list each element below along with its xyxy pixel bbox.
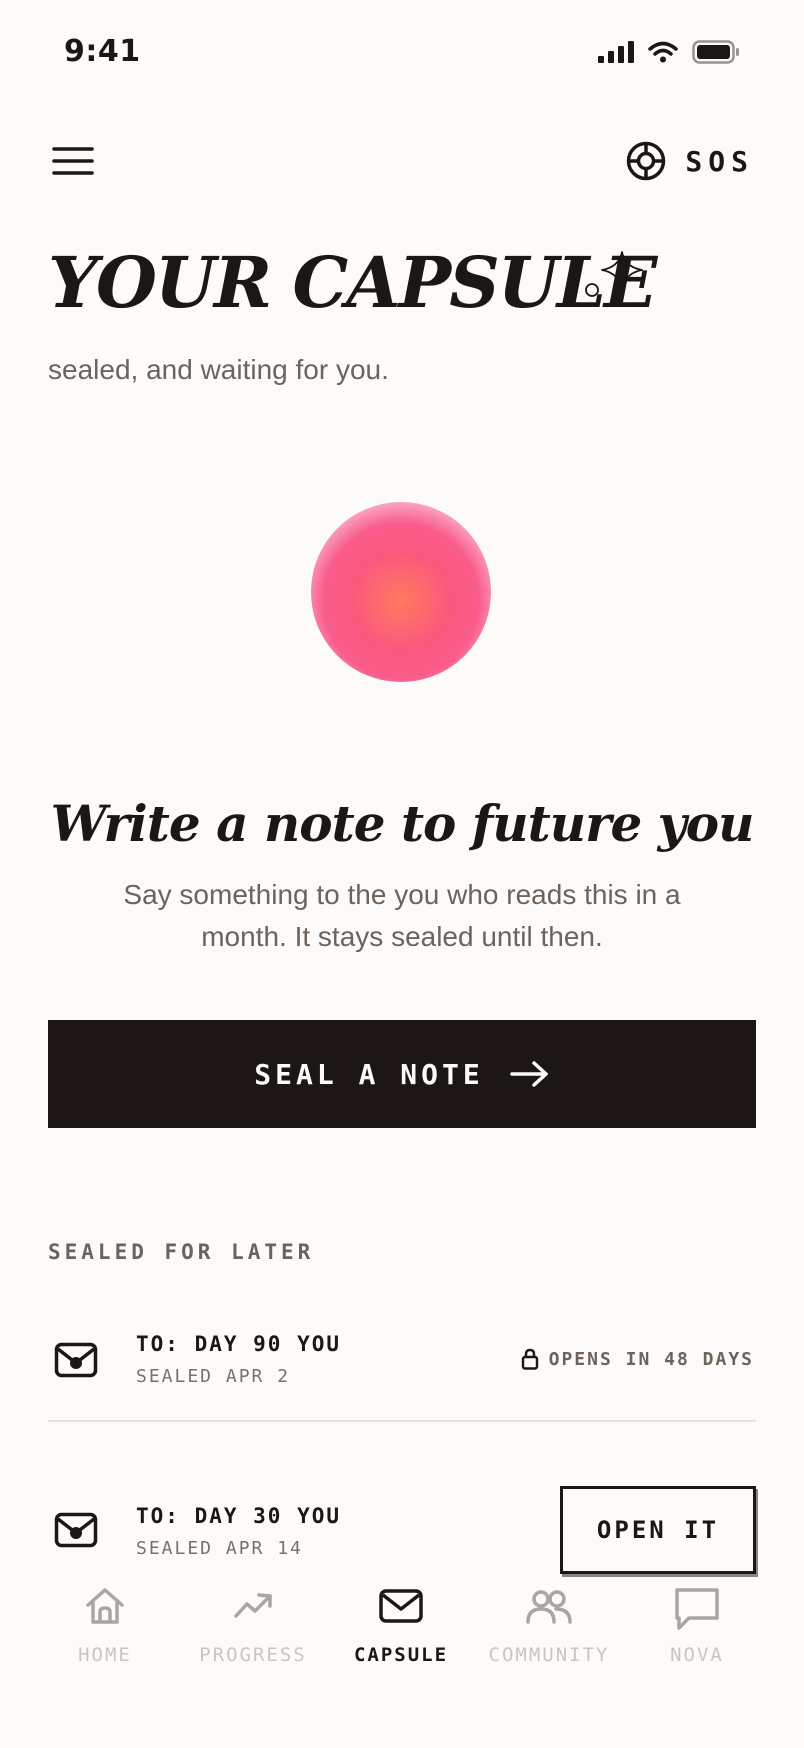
tab-label: HOME [78,1644,132,1666]
page-title: YOUR CAPSULE [48,241,657,324]
lifebuoy-icon [627,141,666,181]
glow-orb [311,502,491,682]
wifi-icon [648,41,678,63]
status-time: 9:41 [64,34,141,69]
top-nav: SOS [0,130,804,194]
lock-icon [521,1348,538,1370]
note-recipient: TO: DAY 90 YOU [136,1332,342,1356]
home-icon [86,1588,124,1624]
sos-label: SOS [685,144,754,178]
page-subtitle: sealed, and waiting for you. [48,354,389,385]
status-icons [598,40,740,64]
section-label-sealed-for-later: SEALED FOR LATER [48,1240,315,1264]
cellular-signal-icon [598,41,634,63]
tab-label: COMMUNITY [488,1644,610,1666]
open-it-button[interactable]: OPEN IT [560,1486,756,1574]
people-icon [526,1590,572,1624]
prompt-body: Say something to the you who reads this … [123,879,681,952]
sealed-note-row[interactable]: TO: DAY 90 YOU SEALED APR 2 OPENS IN 48 … [48,1320,756,1422]
tab-community[interactable]: COMMUNITY [469,1578,629,1678]
sealed-envelope-icon [54,1512,98,1548]
sealed-note-row[interactable]: TO: DAY 30 YOU SEALED APR 14 OPEN IT [48,1486,756,1578]
note-sealed-date: SEALED APR 2 [136,1366,291,1387]
tab-capsule[interactable]: CAPSULE [321,1578,481,1678]
chat-bubble-icon [675,1588,719,1630]
trend-up-icon [234,1593,272,1618]
sos-button[interactable]: SOS [625,138,754,184]
note-sealed-date: SEALED APR 14 [136,1538,303,1559]
bottom-tab-bar: HOME PROGRESS CAPSULE COMMUNITY NOVA [0,1578,804,1748]
tab-nova[interactable]: NOVA [617,1578,777,1678]
note-recipient: TO: DAY 30 YOU [136,1504,342,1528]
sparkle-icon [585,251,643,297]
battery-icon [692,40,739,64]
opens-in-label: OPENS IN 48 DAYS [548,1348,754,1370]
opens-in-status: OPENS IN 48 DAYS [521,1348,754,1370]
tab-label: NOVA [670,1644,724,1666]
seal-a-note-label: SEAL A NOTE [254,1057,484,1091]
arrow-right-icon [509,1061,548,1087]
hamburger-menu-icon [52,147,94,175]
prompt-title: Write a note to future you [50,794,755,853]
status-bar: 9:41 [0,0,804,108]
tab-progress[interactable]: PROGRESS [173,1578,333,1678]
menu-button[interactable] [50,142,96,182]
tab-label: PROGRESS [199,1644,307,1666]
tab-home[interactable]: HOME [25,1578,185,1678]
tab-label: CAPSULE [353,1644,449,1666]
sealed-envelope-icon [54,1342,98,1378]
seal-a-note-button[interactable]: SEAL A NOTE [48,1020,756,1128]
envelope-icon [379,1589,423,1623]
